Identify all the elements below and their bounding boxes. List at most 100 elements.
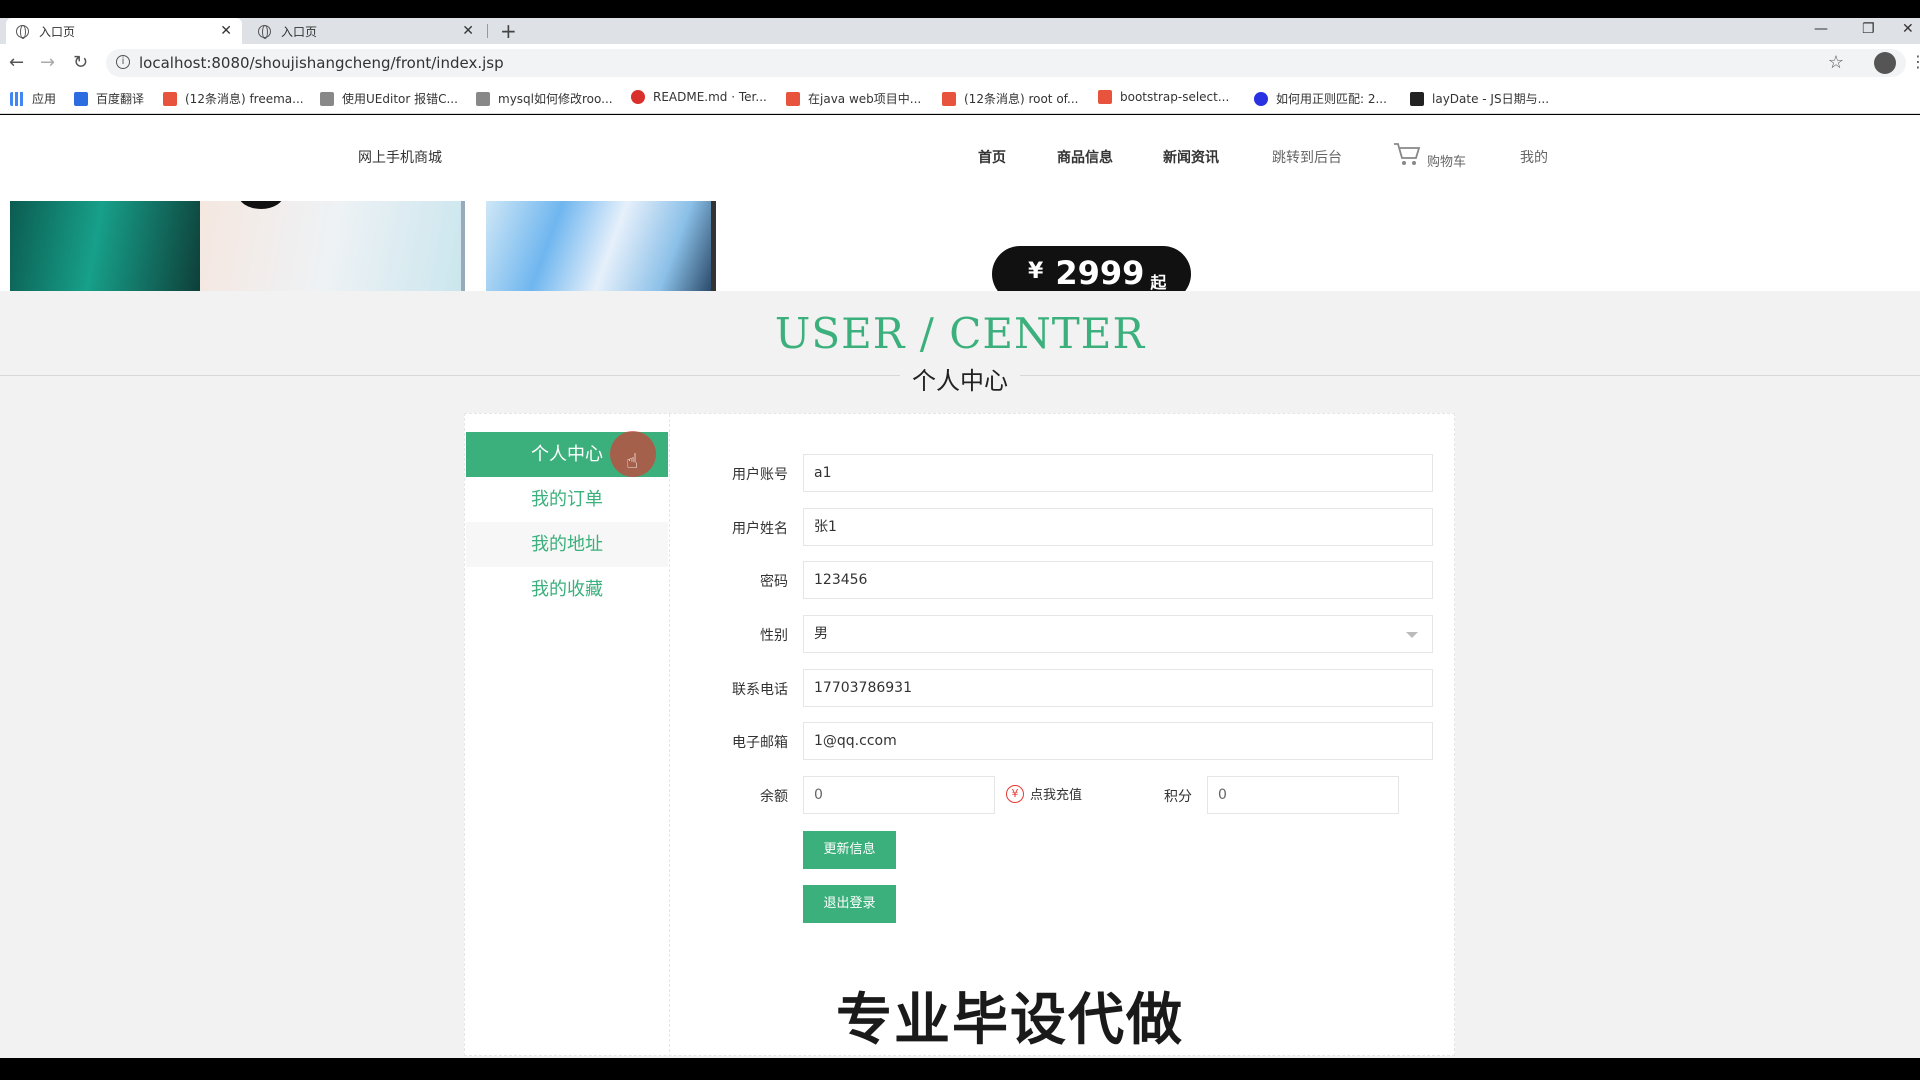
bookmark-label: bootstrap-select... — [1120, 90, 1230, 104]
username-field[interactable]: a1 — [803, 454, 1433, 492]
points-field[interactable]: 0 — [1207, 776, 1399, 814]
nav-news[interactable]: 新闻资讯 — [1163, 147, 1219, 167]
banner-carousel[interactable]: ¥2999 起 — [0, 201, 1920, 291]
tab-separator — [487, 24, 488, 38]
new-tab-icon[interactable]: + — [500, 18, 517, 44]
sidebar-item-favorites[interactable]: 我的收藏 — [466, 567, 668, 612]
csdn-icon — [163, 91, 177, 106]
screen: 入口页 ✕ 入口页 ✕ + — ❐ ✕ ← → ↻ i localhost:80… — [0, 0, 1920, 1080]
bookmark-item[interactable]: 百度翻译 — [74, 90, 144, 107]
bookmark-label: 如何用正则匹配: 2... — [1276, 92, 1387, 106]
close-icon[interactable]: ✕ — [462, 23, 474, 39]
bookmark-item[interactable]: mysql如何修改roo... — [476, 90, 613, 107]
gender-select[interactable]: 男 — [803, 615, 1433, 653]
translate-icon — [74, 91, 88, 106]
globe-icon — [16, 24, 29, 39]
menu-icon[interactable]: ⋮ — [1910, 52, 1920, 71]
phone-image — [486, 201, 716, 291]
sidebar-item-address[interactable]: 我的地址 — [466, 522, 668, 567]
nav-products[interactable]: 商品信息 — [1057, 147, 1113, 167]
bookmark-item[interactable]: 使用UEditor 报错C... — [320, 90, 458, 107]
address-bar[interactable]: i localhost:8080/shoujishangcheng/front/… — [106, 49, 1906, 77]
label-username: 用户账号 — [732, 467, 788, 483]
back-icon[interactable]: ← — [9, 52, 24, 73]
phone-field[interactable]: 17703786931 — [803, 669, 1433, 707]
reload-icon[interactable]: ↻ — [73, 52, 88, 73]
laydate-icon — [1410, 91, 1424, 106]
cart-icon[interactable] — [1393, 141, 1421, 167]
currency-symbol: ¥ — [1028, 259, 1044, 284]
baidu-icon — [1254, 91, 1268, 106]
bookmark-item[interactable]: (12条消息) root of... — [942, 90, 1078, 107]
bookmark-label: 百度翻译 — [96, 92, 145, 106]
bookmark-label: 在java web项目中... — [808, 92, 922, 106]
cnblogs-icon — [1098, 90, 1112, 104]
site-header: 网上手机商城 首页 商品信息 新闻资讯 跳转到后台 购物车 我的 — [0, 115, 1920, 201]
label-points: 积分 — [1164, 789, 1192, 805]
label-gender: 性别 — [760, 628, 788, 644]
site-logo[interactable]: 网上手机商城 — [358, 147, 442, 167]
forward-icon[interactable]: → — [40, 52, 55, 73]
label-phone: 联系电话 — [732, 682, 788, 698]
tab-title: 入口页 — [39, 24, 76, 39]
bookmark-label: (12条消息) root of... — [964, 92, 1079, 106]
video-letterbox-top — [0, 0, 1920, 18]
window-close-icon[interactable]: ✕ — [1902, 18, 1914, 40]
gender-value: 男 — [814, 626, 828, 642]
label-balance: 余额 — [760, 789, 788, 805]
minimize-icon[interactable]: — — [1814, 18, 1828, 40]
csdn-icon — [786, 91, 800, 106]
tab-1[interactable]: 入口页 ✕ — [6, 18, 242, 44]
video-letterbox-bottom — [0, 1058, 1920, 1080]
bookmark-star-icon[interactable]: ☆ — [1828, 52, 1844, 73]
bookmark-label: 应用 — [32, 92, 57, 106]
bookmark-label: layDate - JS日期与... — [1432, 92, 1550, 106]
web-page: 网上手机商城 首页 商品信息 新闻资讯 跳转到后台 购物车 我的 ¥2999 起 … — [0, 115, 1920, 1058]
bookmark-item[interactable]: README.md · Ter... — [631, 90, 767, 104]
tab-strip: 入口页 ✕ 入口页 ✕ + — ❐ ✕ — [0, 18, 1920, 44]
price-badge: ¥2999 起 — [992, 246, 1191, 291]
bookmark-item[interactable]: 如何用正则匹配: 2... — [1254, 90, 1387, 107]
url-text[interactable]: localhost:8080/shoujishangcheng/front/in… — [139, 54, 504, 72]
page-icon — [476, 91, 490, 106]
balance-field[interactable]: 0 — [803, 776, 995, 814]
section-title-cn-text: 个人中心 — [900, 367, 1020, 395]
section-title-en: USER / CENTER — [774, 309, 1146, 358]
tab-title: 入口页 — [281, 24, 318, 39]
page-icon — [320, 91, 334, 106]
bookmark-apps[interactable]: 应用 — [10, 90, 56, 107]
email-field[interactable]: 1@qq.ccom — [803, 722, 1433, 760]
price-value: 2999 — [1055, 254, 1145, 291]
gitee-icon — [631, 90, 645, 104]
bookmark-item[interactable]: bootstrap-select... — [1098, 90, 1229, 104]
account-icon[interactable] — [1874, 52, 1896, 74]
logout-button[interactable]: 退出登录 — [803, 885, 896, 923]
nav-admin[interactable]: 跳转到后台 — [1272, 147, 1342, 167]
update-info-button[interactable]: 更新信息 — [803, 831, 896, 869]
bookmark-item[interactable]: layDate - JS日期与... — [1410, 90, 1549, 107]
video-watermark: 专业毕设代做 — [835, 987, 1184, 1054]
label-email: 电子邮箱 — [732, 735, 788, 751]
realname-field[interactable]: 张1 — [803, 508, 1433, 546]
tab-2[interactable]: 入口页 ✕ — [248, 18, 484, 44]
nav-cart[interactable]: 购物车 — [1427, 151, 1466, 170]
bookmarks-bar: 应用 百度翻译 (12条消息) freema... 使用UEditor 报错C.… — [0, 82, 1920, 114]
password-field[interactable]: 123456 — [803, 561, 1433, 599]
label-realname: 用户姓名 — [732, 521, 788, 537]
chevron-down-icon — [1406, 632, 1418, 638]
nav-mine[interactable]: 我的 — [1520, 147, 1548, 167]
info-icon[interactable]: i — [116, 55, 130, 69]
close-icon[interactable]: ✕ — [220, 23, 232, 39]
bookmark-item[interactable]: 在java web项目中... — [786, 90, 921, 107]
section-title-cn: 个人中心 — [0, 361, 1920, 396]
bookmark-label: 使用UEditor 报错C... — [342, 92, 458, 106]
hand-cursor-icon: ☝ — [626, 449, 639, 473]
sidebar-item-orders[interactable]: 我的订单 — [466, 477, 668, 522]
nav-home[interactable]: 首页 — [978, 147, 1006, 167]
yen-icon: ¥ — [1006, 784, 1024, 803]
apps-grid-icon — [10, 91, 24, 106]
globe-icon — [258, 24, 271, 39]
csdn-icon — [942, 91, 956, 106]
bookmark-item[interactable]: (12条消息) freema... — [163, 90, 304, 107]
restore-icon[interactable]: ❐ — [1862, 18, 1875, 40]
